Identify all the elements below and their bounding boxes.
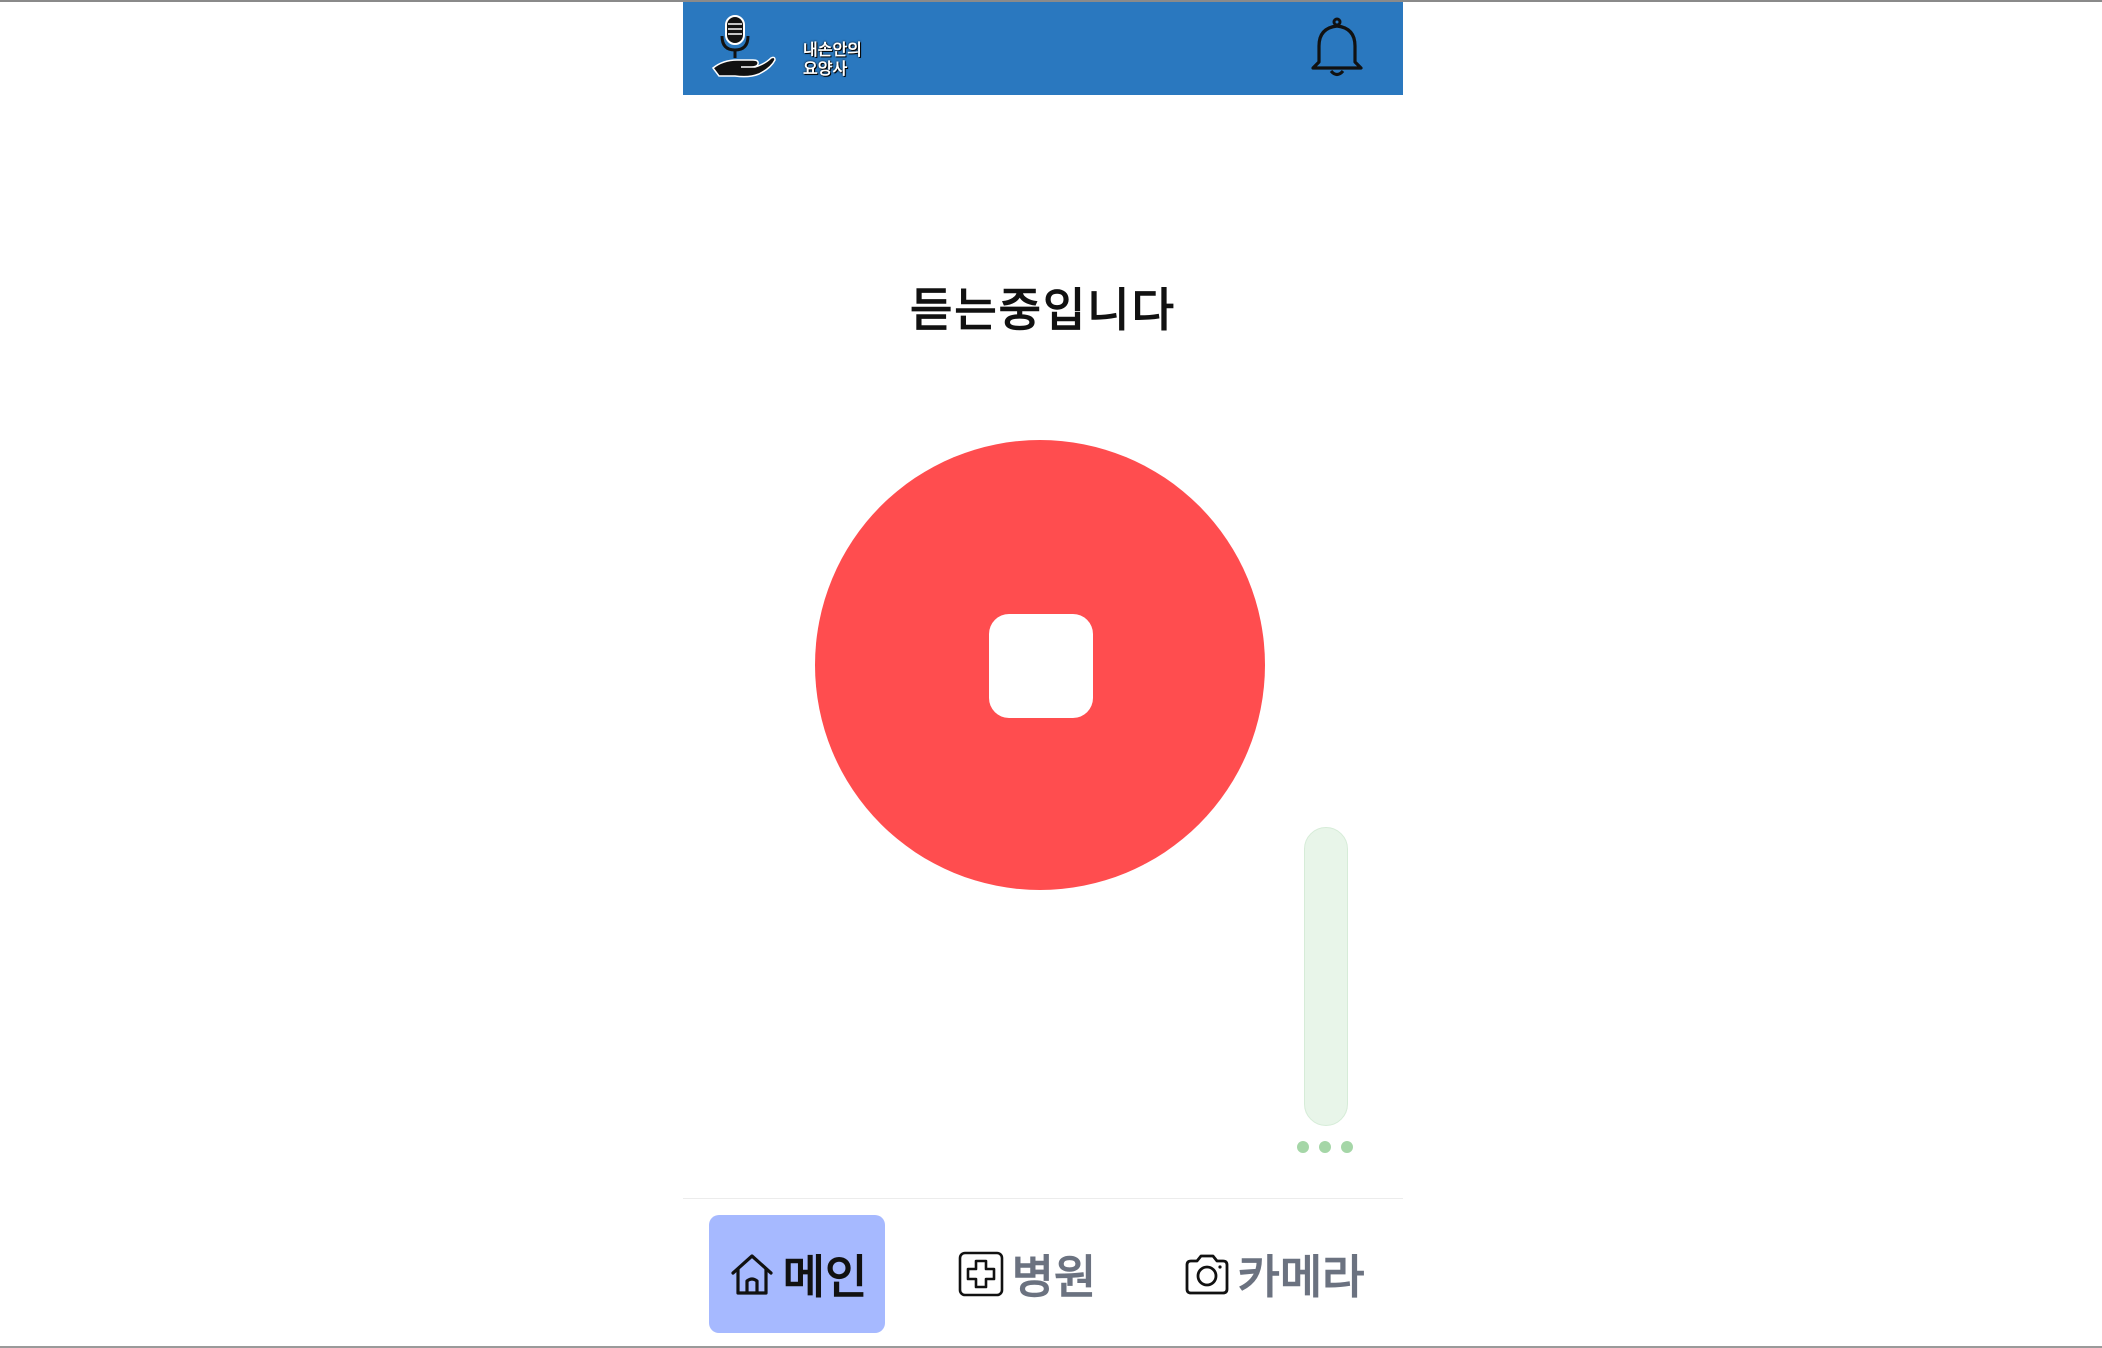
- audio-level-meter: [1304, 827, 1348, 1126]
- level-dot: [1297, 1141, 1309, 1153]
- nav-tab-camera-label: 카메라: [1237, 1250, 1365, 1304]
- nav-tab-main[interactable]: 메인: [709, 1215, 885, 1333]
- nav-tab-hospital[interactable]: 병원: [941, 1215, 1111, 1333]
- nav-tab-camera[interactable]: 카메라: [1173, 1215, 1373, 1333]
- page: 내손안의 요양사 듣는중입니다 메인 병원 카메라: [0, 0, 2102, 1348]
- app-logo[interactable]: 내손안의 요양사: [709, 12, 862, 82]
- app-frame: 내손안의 요양사 듣는중입니다 메인 병원 카메라: [683, 2, 1403, 1347]
- notification-bell-icon[interactable]: [1309, 16, 1365, 78]
- level-dot: [1341, 1141, 1353, 1153]
- home-icon: [731, 1254, 773, 1295]
- stop-recording-button[interactable]: [815, 440, 1265, 890]
- hospital-plus-icon: [958, 1251, 1003, 1297]
- level-indicator-dots: [1297, 1141, 1357, 1155]
- camera-icon: [1185, 1254, 1228, 1295]
- logo-text: 내손안의 요양사: [803, 40, 862, 78]
- app-header: 내손안의 요양사: [683, 2, 1403, 95]
- nav-tab-main-label: 메인: [782, 1250, 868, 1304]
- bottom-navigation: 메인 병원 카메라: [683, 1198, 1403, 1347]
- level-dot: [1319, 1141, 1331, 1153]
- listening-status-title: 듣는중입니다: [910, 283, 1176, 337]
- nav-tab-hospital-label: 병원: [1011, 1250, 1097, 1304]
- stop-icon: [989, 614, 1093, 718]
